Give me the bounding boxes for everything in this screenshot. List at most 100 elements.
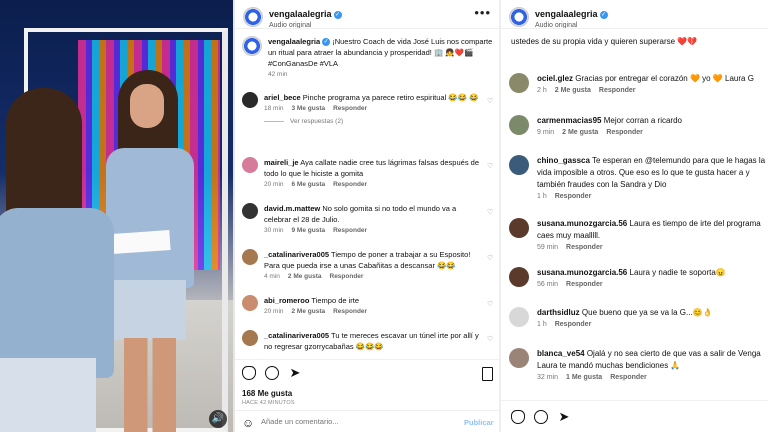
comment-time: 4 min — [264, 273, 280, 280]
comment-likes[interactable]: 6 Me gusta — [292, 181, 326, 188]
post-panel: vengalaalegria ✓ Audio original ••• venga… — [235, 0, 499, 432]
comment-user[interactable]: david.m.mattew — [264, 204, 320, 213]
like-comment-icon[interactable]: ♡ — [487, 162, 493, 170]
verified-badge-icon: ✓ — [599, 11, 608, 19]
avatar[interactable] — [509, 115, 529, 135]
account-name[interactable]: vengalaalegria — [535, 9, 598, 19]
comment-time: 1 h — [537, 193, 547, 200]
avatar[interactable] — [242, 203, 258, 219]
publish-button[interactable]: Publicar — [464, 418, 494, 427]
reply-button[interactable]: Responder — [333, 308, 367, 315]
heart-icon[interactable] — [242, 366, 256, 380]
reply-button[interactable]: Responder — [599, 87, 636, 94]
avatar[interactable] — [509, 348, 529, 368]
like-comment-icon[interactable]: ♡ — [487, 300, 493, 308]
verified-badge-icon: ✓ — [322, 38, 331, 46]
avatar[interactable] — [509, 218, 529, 238]
paper-sheet — [111, 230, 171, 254]
like-comment-icon[interactable]: ♡ — [487, 208, 493, 216]
list-item: ustedes de su propia vida y quieren supe… — [511, 36, 768, 48]
reply-button[interactable]: Responder — [330, 273, 364, 280]
avatar[interactable] — [242, 249, 258, 265]
comment-icon[interactable] — [265, 366, 279, 380]
comment-text: Que bueno que ya se va la G...😊👌 — [581, 308, 713, 317]
list-item: susana.munozgarcia.56 Laura y nadie te s… — [501, 267, 768, 288]
reply-button[interactable]: Responder — [555, 321, 592, 328]
comment-user[interactable]: ociel.glez — [537, 74, 573, 83]
comment-likes[interactable]: 2 Me gusta — [562, 129, 598, 136]
avatar[interactable] — [242, 330, 258, 346]
avatar[interactable] — [509, 155, 529, 175]
comment-user[interactable]: blanca_ve54 — [537, 349, 585, 358]
comment-time: 56 min — [537, 281, 559, 288]
comment-user[interactable]: abi_romeroo — [264, 296, 309, 305]
reply-button[interactable]: Responder — [555, 193, 592, 200]
avatar[interactable] — [509, 267, 529, 287]
like-comment-icon[interactable]: ♡ — [487, 254, 493, 262]
comment-user[interactable]: _catalinarivera005 — [264, 250, 329, 259]
list-item: ociel.glez Gracias por entregar el coraz… — [501, 73, 768, 94]
comment-time: 2 h — [537, 87, 547, 94]
comment-user[interactable]: _catalinarivera005 — [264, 331, 329, 340]
comment-likes[interactable]: 1 Me gusta — [566, 374, 602, 381]
comment-user[interactable]: susana.munozgarcia.56 — [537, 219, 627, 228]
comment-text: Laura y nadie te soporta😠 — [629, 268, 726, 277]
reply-button[interactable]: Responder — [566, 281, 603, 288]
heart-icon[interactable] — [511, 410, 525, 424]
comment-likes[interactable]: 2 Me gusta — [555, 87, 591, 94]
avatar[interactable] — [509, 73, 529, 93]
account-avatar[interactable] — [243, 6, 263, 27]
caption-avatar[interactable] — [242, 36, 262, 56]
avatar[interactable] — [509, 307, 529, 327]
reply-button[interactable]: Responder — [606, 129, 643, 136]
comment-text: Tiempo de irte — [311, 296, 360, 305]
list-item: darthsidluz Que bueno que ya se va la G.… — [501, 307, 768, 328]
comment-input[interactable] — [261, 417, 451, 426]
comment-likes[interactable]: 9 Me gusta — [292, 227, 326, 234]
more-icon[interactable]: ••• — [474, 5, 491, 20]
reply-button[interactable]: Responder — [333, 227, 367, 234]
comment-likes[interactable]: 2 Me gusta — [288, 273, 322, 280]
reply-button[interactable]: Responder — [333, 181, 367, 188]
list-item: _catalinarivera005 Tu te mereces escavar… — [235, 330, 499, 352]
comment-time: 20 min — [264, 308, 284, 315]
comment-likes[interactable]: 2 Me gusta — [292, 308, 326, 315]
comment-user[interactable]: darthsidluz — [537, 308, 580, 317]
like-comment-icon[interactable]: ♡ — [487, 335, 493, 343]
emoji-icon[interactable]: ☺ — [242, 416, 254, 430]
comment-user[interactable]: chino_gassca — [537, 156, 590, 165]
comment-text: ustedes de su propia vida y quieren supe… — [511, 37, 698, 46]
send-icon[interactable]: ➤ — [557, 410, 571, 424]
reply-button[interactable]: Responder — [610, 374, 647, 381]
comment-likes[interactable]: 3 Me gusta — [292, 105, 326, 112]
view-replies-button[interactable]: Ver respuestas (2) — [264, 118, 343, 125]
comment-time: 1 h — [537, 321, 547, 328]
comment-user[interactable]: carmenmacias95 — [537, 116, 602, 125]
likes-count[interactable]: 168 Me gusta — [242, 389, 292, 398]
list-item: maireli_je Aya callate nadie cree tus lá… — [235, 157, 499, 188]
account-name[interactable]: vengalaalegria — [269, 9, 332, 19]
comment-text: Pinche programa ya parece retiro espirit… — [302, 93, 479, 102]
like-comment-icon[interactable]: ♡ — [487, 97, 493, 105]
reply-button[interactable]: Responder — [333, 105, 367, 112]
post-time: HACE 42 MINUTOS — [242, 400, 295, 406]
bookmark-icon[interactable] — [482, 367, 493, 381]
caption-user[interactable]: vengalaalegria — [268, 37, 320, 46]
volume-icon[interactable]: 🔊 — [209, 410, 227, 428]
comment-time: 30 min — [264, 227, 284, 234]
caption-time: 42 min — [268, 71, 288, 78]
avatar[interactable] — [242, 92, 258, 108]
reply-button[interactable]: Responder — [566, 244, 603, 251]
comment-user[interactable]: susana.munozgarcia.56 — [537, 268, 627, 277]
account-avatar[interactable] — [509, 6, 529, 27]
comment-user[interactable]: ariel_bece — [264, 93, 301, 102]
list-item: susana.munozgarcia.56 Laura es tiempo de… — [501, 218, 768, 251]
send-icon[interactable]: ➤ — [288, 366, 302, 380]
comment-user[interactable]: maireli_je — [264, 158, 299, 167]
comment-time: 18 min — [264, 105, 284, 112]
comment-time: 20 min — [264, 181, 284, 188]
comment-icon[interactable] — [534, 410, 548, 424]
avatar[interactable] — [242, 295, 258, 311]
avatar[interactable] — [242, 157, 258, 173]
list-item: abi_romeroo Tiempo de irte 20 min 2 Me gu… — [235, 295, 499, 315]
